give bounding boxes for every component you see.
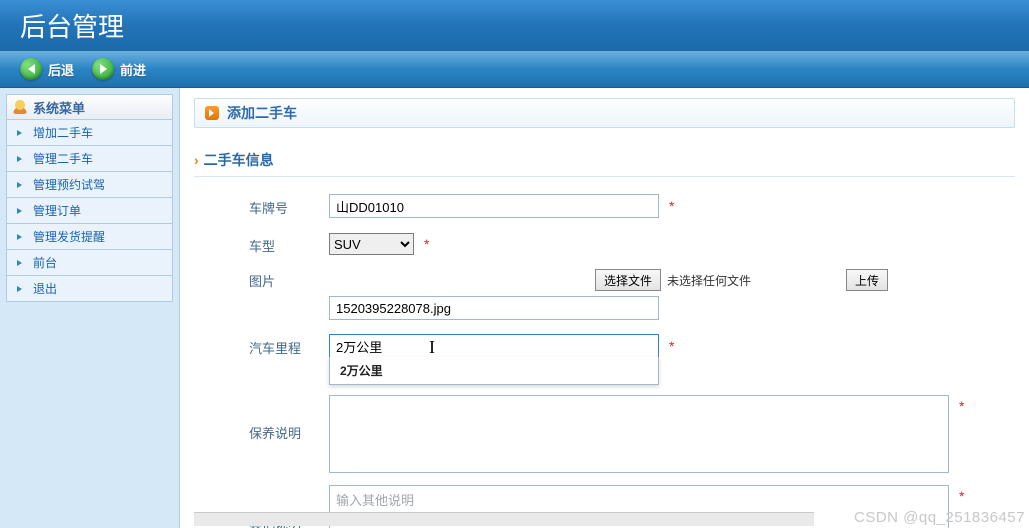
label-plate: 车牌号 [249, 195, 329, 217]
required-star: * [669, 198, 674, 214]
row-type: 车型 SUV * [249, 231, 1015, 257]
label-type: 车型 [249, 233, 329, 255]
row-image-file: 图片 选择文件 未选择任何文件 上传 [249, 269, 1015, 291]
bullet-icon [15, 128, 25, 138]
required-star: * [424, 236, 429, 252]
sidebar-item-label: 管理发货提醒 [33, 228, 105, 245]
sidebar-item-shipping[interactable]: 管理发货提醒 [6, 224, 173, 250]
label-mileage: 汽车里程 [249, 335, 329, 357]
sidebar-item-manage-car[interactable]: 管理二手车 [6, 146, 173, 172]
horizontal-scrollbar[interactable] [194, 512, 814, 526]
forward-arrow-icon [92, 58, 114, 80]
label-image: 图片 [249, 271, 329, 290]
back-arrow-icon [20, 58, 42, 80]
row-plate: 车牌号 * [249, 193, 1015, 219]
sidebar-item-label: 管理订单 [33, 202, 81, 219]
main-container: 系统菜单 增加二手车 管理二手车 管理预约试驾 管理订单 管理发货提醒 前台 退… [0, 88, 1029, 528]
sidebar-item-label: 退出 [33, 280, 57, 297]
sidebar-item-add-car[interactable]: 增加二手车 [6, 120, 173, 146]
back-button[interactable]: 后退 [20, 58, 74, 80]
required-star: * [959, 398, 964, 414]
autocomplete-item[interactable]: 2万公里 [330, 357, 658, 384]
section-title-text: 二手车信息 [204, 152, 274, 168]
sidebar-item-test-drive[interactable]: 管理预约试驾 [6, 172, 173, 198]
sidebar: 系统菜单 增加二手车 管理二手车 管理预约试驾 管理订单 管理发货提醒 前台 退… [0, 88, 180, 528]
sidebar-item-label: 前台 [33, 254, 57, 271]
bullet-icon [15, 206, 25, 216]
sidebar-item-label: 管理预约试驾 [33, 176, 105, 193]
sidebar-header-label: 系统菜单 [33, 98, 85, 117]
bullet-icon [15, 258, 25, 268]
bullet-icon [15, 154, 25, 164]
label-spacer [249, 307, 329, 310]
sidebar-item-label: 增加二手车 [33, 124, 93, 141]
image-name-input[interactable] [329, 296, 659, 320]
app-title: 后台管理 [20, 7, 124, 44]
file-status: 未选择任何文件 [667, 272, 751, 289]
bullet-icon [15, 232, 25, 242]
plate-input[interactable] [329, 194, 659, 218]
file-area: 选择文件 未选择任何文件 [595, 269, 751, 291]
chevron-icon: › [194, 152, 199, 168]
nav-bar: 后退 前进 [0, 50, 1029, 88]
label-maintenance: 保养说明 [249, 395, 329, 442]
user-icon [13, 100, 27, 114]
maintenance-textarea[interactable] [329, 395, 949, 473]
page-title-bar: 添加二手车 [194, 98, 1015, 128]
form-area: 车牌号 * 车型 SUV * 图片 选择文件 未选择任何文件 上传 [194, 193, 1015, 528]
sidebar-item-label: 管理二手车 [33, 150, 93, 167]
row-mileage: 汽车里程 * I 2万公里 [249, 333, 1015, 359]
type-select[interactable]: SUV [329, 233, 414, 255]
required-star: * [959, 488, 964, 504]
sidebar-item-orders[interactable]: 管理订单 [6, 198, 173, 224]
sidebar-item-frontend[interactable]: 前台 [6, 250, 173, 276]
mileage-input[interactable] [329, 334, 659, 358]
required-star: * [669, 338, 674, 354]
row-image-name [249, 295, 1015, 321]
sidebar-header: 系统菜单 [6, 94, 173, 120]
section-title: › 二手车信息 [194, 150, 1015, 177]
page-title: 添加二手车 [227, 103, 297, 123]
forward-button[interactable]: 前进 [92, 58, 146, 80]
upload-button[interactable]: 上传 [846, 269, 888, 291]
app-header: 后台管理 [0, 0, 1029, 50]
row-maintenance: 保养说明 * [249, 395, 1015, 473]
bullet-icon [15, 180, 25, 190]
page-title-icon [205, 106, 219, 120]
forward-label: 前进 [120, 60, 146, 79]
bullet-icon [15, 284, 25, 294]
content-area: 添加二手车 › 二手车信息 车牌号 * 车型 SUV * 图片 选择文件 [180, 88, 1029, 528]
choose-file-button[interactable]: 选择文件 [595, 269, 661, 291]
back-label: 后退 [48, 60, 74, 79]
autocomplete-dropdown: 2万公里 [329, 357, 659, 385]
sidebar-item-exit[interactable]: 退出 [6, 276, 173, 302]
